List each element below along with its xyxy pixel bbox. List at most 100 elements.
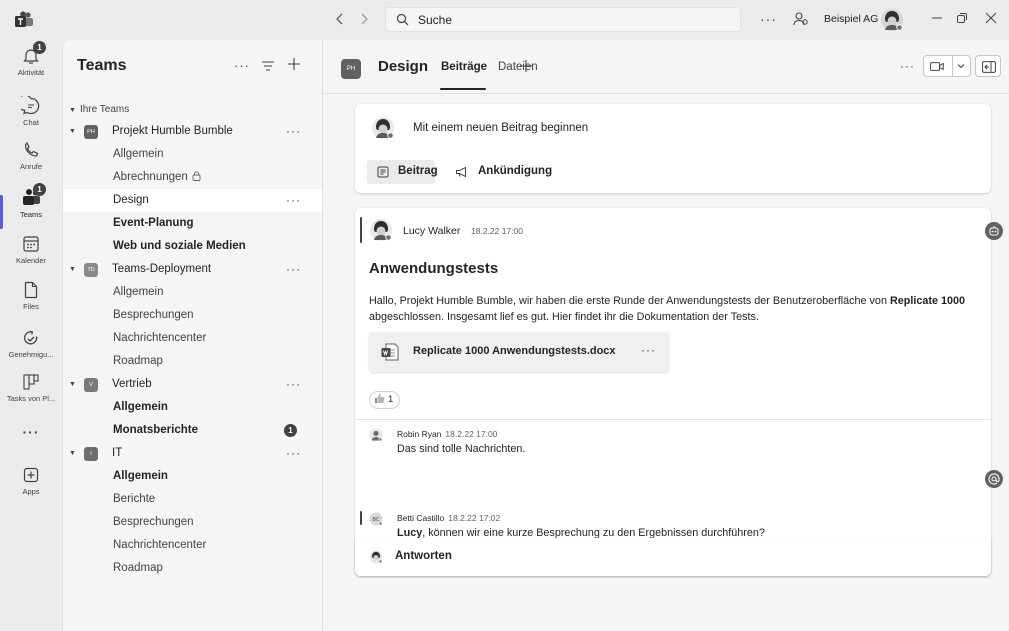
sidebar-more-button[interactable]: ··· (234, 58, 250, 73)
restore-icon[interactable] (955, 11, 969, 25)
filter-icon[interactable] (262, 61, 274, 71)
channel-item[interactable]: Nachrichtencenter (63, 327, 323, 350)
organization-name[interactable]: Beispiel AG (824, 13, 878, 25)
team-name: Projekt Humble Bumble (112, 125, 233, 137)
channel-item[interactable]: Nachrichtencenter (63, 534, 323, 557)
channel-item-selected[interactable]: Design ··· (63, 189, 323, 212)
teams-list: ▼ Ihre Teams ▼ PH Projekt Humble Bumble ·… (63, 102, 323, 580)
team-row[interactable]: ▼ TD Teams-Deployment ··· (63, 258, 323, 281)
new-post-prompt[interactable]: Mit einem neuen Beitrag beginnen (413, 122, 588, 134)
announcement-button[interactable]: Ankündigung (447, 160, 557, 184)
team-name: Vertrieb (112, 378, 152, 390)
team-row[interactable]: ▼ V Vertrieb ··· (63, 373, 323, 396)
reply-author[interactable]: Betti Castillo (397, 513, 444, 523)
back-arrow-icon[interactable] (333, 12, 347, 26)
channel-item[interactable]: Allgemein (63, 465, 323, 488)
channel-item[interactable]: Abrechnungen (63, 166, 323, 189)
rail-item-more[interactable]: ··· (0, 422, 62, 440)
channel-item[interactable]: Allgemein (63, 396, 323, 419)
channel-item[interactable]: Roadmap (63, 350, 323, 373)
caret-down-icon: ▼ (69, 107, 76, 114)
lock-icon (192, 171, 201, 181)
rail-item-activity[interactable]: 1 Aktivität (0, 41, 62, 77)
like-reaction[interactable]: 1 (369, 391, 401, 409)
apps-icon (21, 465, 41, 485)
channel-team-avatar: PH (341, 59, 361, 79)
reply-timestamp: 18.2.22 17:02 (448, 513, 501, 523)
attachment-more-button[interactable]: ··· (641, 343, 656, 357)
add-team-icon[interactable] (287, 57, 301, 71)
channel-item[interactable]: Allgemein (63, 281, 323, 304)
rail-item-chat[interactable]: Chat (0, 96, 62, 127)
channel-info-button[interactable] (975, 55, 1001, 77)
channel-item[interactable]: Besprechungen (63, 511, 323, 534)
team-more-button[interactable]: ··· (286, 442, 301, 465)
reply-button-label: Antworten (395, 550, 452, 562)
team-more-button[interactable]: ··· (286, 120, 301, 143)
title-bar: Suche ··· Beispiel AG (0, 0, 1009, 40)
rail-label: Teams (19, 210, 43, 219)
your-teams-heading[interactable]: ▼ Ihre Teams (63, 102, 323, 120)
panel-icon (982, 61, 996, 73)
channel-name: Roadmap (113, 355, 163, 367)
channel-item[interactable]: Allgemein (63, 143, 323, 166)
add-tab-icon[interactable] (519, 59, 533, 73)
chevron-down-icon[interactable] (957, 63, 965, 69)
channel-name: Berichte (113, 493, 156, 505)
rail-item-tasks[interactable]: Tasks von Pl... (0, 372, 62, 403)
reply-avatar: BC (369, 512, 383, 526)
channel-item[interactable]: Event-Planung (63, 212, 323, 235)
team-row[interactable]: ▼ PH Projekt Humble Bumble ··· (63, 120, 323, 143)
tab-posts[interactable]: Beiträge (441, 61, 487, 73)
channel-more-button[interactable]: ··· (286, 189, 301, 212)
rail-item-calls[interactable]: Anrufe (0, 140, 62, 171)
search-input[interactable]: Suche (385, 7, 741, 32)
channel-item[interactable]: Web und soziale Medien (63, 235, 323, 258)
video-camera-icon (930, 61, 944, 72)
reply-author-line: Robin Ryan 18.2.22 17:00 (397, 429, 497, 439)
rail-item-approvals[interactable]: Genehmigu... (0, 328, 62, 359)
channel-item[interactable]: Monatsberichte 1 (63, 419, 323, 442)
channel-item[interactable]: Roadmap (63, 557, 323, 580)
attachment-card[interactable]: Replicate 1000 Anwendungstests.docx ··· (369, 332, 669, 372)
rail-label: Genehmigu... (8, 350, 54, 359)
search-icon (396, 13, 409, 26)
rail-label: Chat (23, 118, 39, 127)
caret-down-icon: ▼ (69, 381, 76, 388)
reply-author[interactable]: Robin Ryan (397, 429, 441, 439)
user-avatar (369, 550, 383, 564)
rail-item-files[interactable]: Files (0, 280, 62, 311)
team-row[interactable]: ▼ I IT ··· (63, 442, 323, 465)
channel-item[interactable]: Besprechungen (63, 304, 323, 327)
reply-row[interactable]: Antworten (355, 538, 991, 576)
channel-item[interactable]: Berichte (63, 488, 323, 511)
copilot-icon[interactable] (985, 222, 1003, 240)
bell-icon: 1 (21, 41, 46, 66)
teams-logo-icon (14, 11, 34, 29)
channel-name: Allgemein (113, 286, 164, 298)
more-icon: ··· (22, 424, 40, 440)
rail-item-apps[interactable]: Apps (0, 465, 62, 496)
post-author[interactable]: Lucy Walker (403, 225, 460, 237)
post-button[interactable]: Beitrag (367, 160, 438, 184)
rail-item-teams[interactable]: 1 Teams (0, 183, 62, 219)
channel-more-button[interactable]: ··· (900, 59, 915, 73)
mention-icon[interactable] (985, 470, 1003, 488)
channel-name: Roadmap (113, 562, 163, 574)
channel-name: Abrechnungen (113, 171, 188, 183)
people-icon[interactable] (793, 11, 809, 27)
unread-indicator (360, 511, 362, 525)
team-more-button[interactable]: ··· (286, 373, 301, 396)
new-post-card[interactable]: Mit einem neuen Beitrag beginnen Beitrag… (355, 104, 991, 193)
rail-item-calendar[interactable]: Kalender (0, 234, 62, 265)
user-avatar[interactable] (880, 8, 904, 32)
caret-down-icon: ▼ (69, 266, 76, 273)
team-more-button[interactable]: ··· (286, 258, 301, 281)
minimize-icon[interactable] (930, 10, 944, 26)
window-more-button[interactable]: ··· (760, 11, 777, 27)
team-avatar: PH (84, 125, 98, 139)
reply-avatar (369, 428, 383, 442)
meet-button[interactable] (923, 55, 971, 77)
close-icon[interactable] (985, 12, 997, 24)
forward-arrow-icon[interactable] (357, 12, 371, 26)
